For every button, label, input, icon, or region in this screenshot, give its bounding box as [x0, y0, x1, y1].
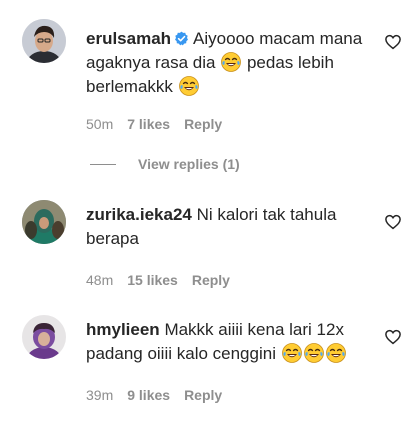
comment-text-line: Makkk aiiii kena lari 12x [164, 320, 344, 339]
view-replies-label: View replies (1) [138, 156, 240, 172]
comment-meta: 50m 7 likes Reply [86, 115, 222, 133]
view-replies-button[interactable]: View replies (1) [90, 156, 240, 172]
reply-button[interactable]: Reply [184, 386, 222, 404]
avatar[interactable] [22, 315, 66, 359]
avatar[interactable] [22, 19, 66, 63]
comment-text: zurika.ieka24 Ni kalori tak tahula berap… [86, 203, 378, 251]
comment-text-line: berapa [86, 229, 139, 248]
comment-likes[interactable]: 15 likes [127, 271, 178, 289]
verified-badge-icon [175, 31, 189, 46]
comment-likes[interactable]: 9 likes [127, 386, 170, 404]
comment-time: 39m [86, 387, 114, 403]
comment-text-line: Aiyoooo macam mana [193, 29, 363, 48]
face-with-tears-of-joy-icon [304, 343, 324, 363]
comment-text-line: pedas lebih [246, 53, 334, 72]
reply-button[interactable]: Reply [192, 271, 230, 289]
comment-text-line: Ni kalori tak tahula [196, 205, 337, 224]
comment-text-line: padang oiiii kalo cenggini [86, 344, 276, 363]
comment-username[interactable]: zurika.ieka24 [86, 205, 192, 224]
avatar[interactable] [22, 200, 66, 244]
comment-likes[interactable]: 7 likes [127, 115, 170, 133]
heart-icon[interactable] [384, 33, 402, 51]
comment-username[interactable]: erulsamah [86, 29, 171, 48]
heart-icon[interactable] [384, 213, 402, 231]
face-with-tears-of-joy-icon [221, 52, 241, 72]
reply-button[interactable]: Reply [184, 115, 222, 133]
comment-text-line: agaknya rasa dia [86, 53, 216, 72]
comment-time: 48m [86, 272, 114, 288]
face-with-tears-of-joy-icon [282, 343, 302, 363]
comment-username[interactable]: hmylieen [86, 320, 160, 339]
face-with-tears-of-joy-icon [179, 76, 199, 96]
comment-text: erulsamah Aiyoooo macam mana agaknya rasa… [86, 27, 378, 99]
comment-text-line: berlemakkk [86, 77, 173, 96]
comment-meta: 39m 9 likes Reply [86, 386, 222, 404]
face-with-tears-of-joy-icon [326, 343, 346, 363]
comment-meta: 48m 15 likes Reply [86, 271, 230, 289]
comment-time: 50m [86, 116, 114, 132]
comment-text: hmylieen Makkk aiiii kena lari 12x padan… [86, 318, 378, 366]
heart-icon[interactable] [384, 328, 402, 346]
view-replies-divider [90, 163, 116, 165]
